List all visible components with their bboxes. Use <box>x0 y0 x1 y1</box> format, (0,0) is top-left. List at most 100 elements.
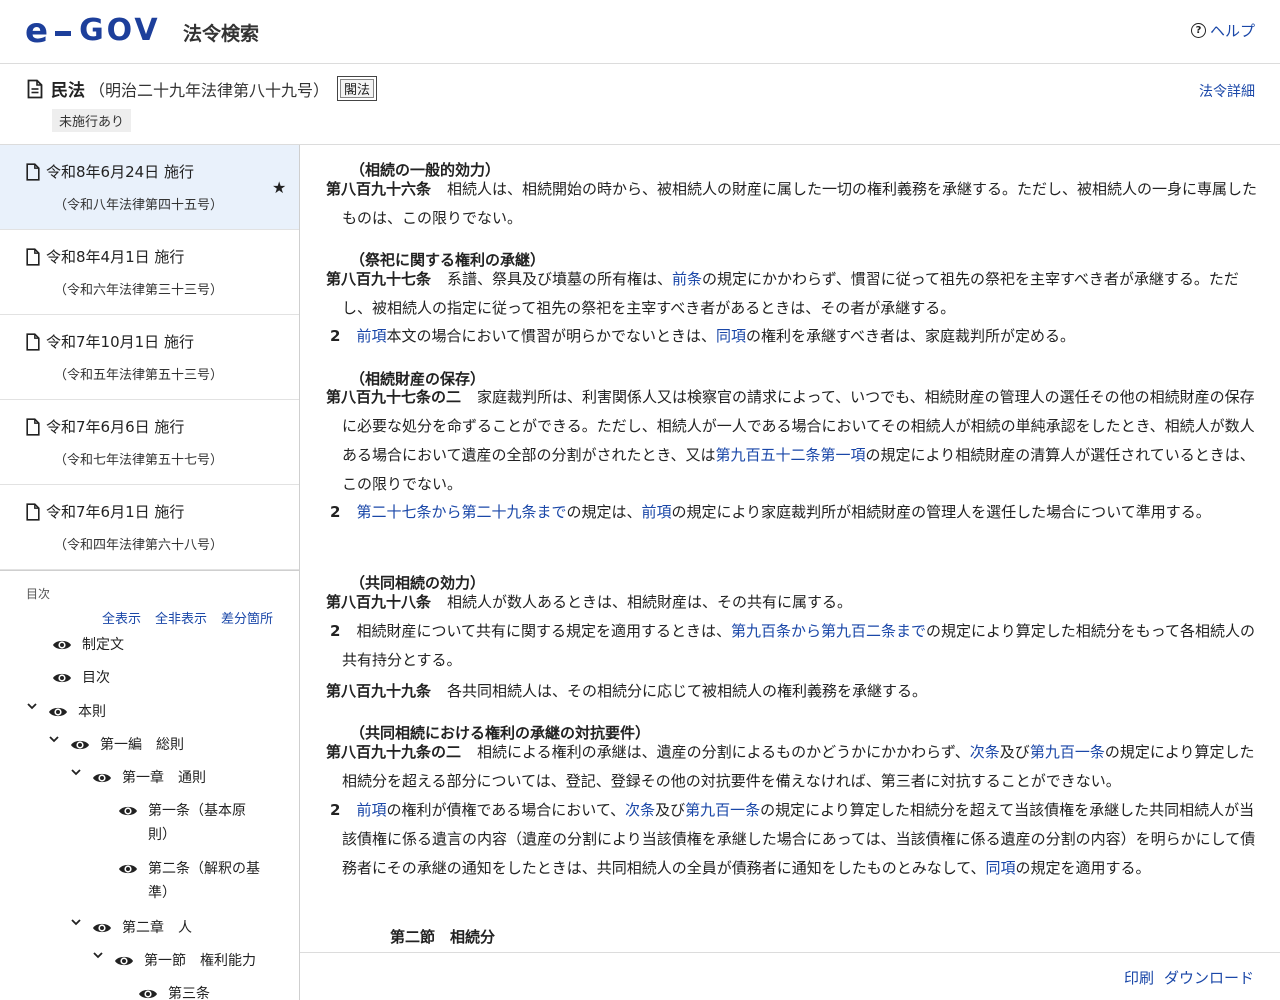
paragraph-898-2: 2 相続財産について共有に関する規定を適用するときは、第九百条から第九百二条までの… <box>330 622 1255 669</box>
toc-item[interactable]: 第三条 <box>138 982 210 1000</box>
law-detail-link[interactable]: 法令詳細 <box>1199 81 1255 101</box>
article-897-2: 第八百九十七条の二 家庭裁判所は、利害関係人又は検察官の請求によって、いつでも、相… <box>326 388 1255 493</box>
toc-item[interactable]: 制定文 <box>52 633 124 657</box>
chevron-down-icon[interactable] <box>70 766 84 781</box>
paragraph-number: 2 <box>330 327 341 345</box>
document-icon <box>26 248 40 270</box>
ref-link[interactable]: 第九百一条 <box>1030 743 1105 761</box>
toc-item[interactable]: 第一編 総則 <box>48 733 184 757</box>
version-item[interactable]: 令和8年4月1日 施行 （令和六年法律第三十三号） <box>0 230 299 315</box>
article-number: 第八百九十六条 <box>326 180 432 198</box>
section-title: 第二節 相続分 <box>390 928 496 946</box>
toc-diff-link[interactable]: 差分箇所 <box>221 608 273 627</box>
article-number: 第八百九十九条 <box>326 682 432 700</box>
article-number: 第八百九十七条 <box>326 270 432 288</box>
article-896: 第八百九十六条 相続人は、相続開始の時から、被相続人の財産に属した一切の権利義務を… <box>326 175 1261 233</box>
egov-logo[interactable]: e GOV <box>25 11 161 51</box>
help-link[interactable]: ? ヘルプ <box>1190 20 1255 41</box>
document-icon <box>26 418 40 440</box>
eye-icon[interactable] <box>92 921 112 939</box>
version-date: 令和7年6月6日 施行 <box>46 418 185 436</box>
unenforced-tag: 未施行あり <box>52 109 132 132</box>
toc-item-label: 第二章 人 <box>122 920 192 936</box>
chevron-down-icon[interactable] <box>70 916 84 931</box>
help-label: ヘルプ <box>1209 22 1255 40</box>
toc-item[interactable]: 第二条（解釈の基 準） <box>118 857 260 905</box>
eye-icon[interactable] <box>92 771 112 789</box>
ref-link[interactable]: 第九百一条 <box>685 801 760 819</box>
paragraph-899-2-2: 2 前項の権利が債権である場合において、次条及び第九百一条の規定により算定した相続… <box>330 801 1256 877</box>
ref-link[interactable]: 前項 <box>356 327 386 345</box>
chevron-down-icon[interactable] <box>48 733 62 748</box>
article-898: 第八百九十八条 相続人が数人あるときは、相続財産は、その共有に属する。 <box>326 593 853 611</box>
toc-item[interactable]: 第二章 人 <box>70 916 192 940</box>
law-title: 民法 （明治二十九年法律第八十九号） 閣法 <box>27 76 378 101</box>
eye-icon[interactable] <box>138 987 158 1000</box>
version-date: 令和8年4月1日 施行 <box>46 248 185 266</box>
print-link[interactable]: 印刷 <box>1124 967 1154 988</box>
toc-item-label: 第一編 総則 <box>100 737 184 753</box>
ref-link[interactable]: 前項 <box>356 801 386 819</box>
version-law-number: （令和七年法律第五十七号） <box>54 453 224 468</box>
law-name: 民法 <box>51 81 85 101</box>
toc-panel: 目次 全表示 全非表示 差分箇所 制定文 目次 本則 第一編 総則 第一章 通則 第一条（… <box>0 570 299 1000</box>
version-item[interactable]: 令和7年6月6日 施行 （令和七年法律第五十七号） <box>0 400 299 485</box>
paragraph-number: 2 <box>330 622 341 640</box>
version-item[interactable]: 令和7年6月1日 施行 （令和四年法律第六十八号） <box>0 485 299 570</box>
ref-link[interactable]: 同項 <box>986 859 1016 877</box>
toc-show-all-link[interactable]: 全表示 <box>102 608 141 627</box>
eye-icon[interactable] <box>70 738 90 756</box>
law-title-bar: 民法 （明治二十九年法律第八十九号） 閣法 未施行あり 法令詳細 <box>0 64 1280 145</box>
download-link[interactable]: ダウンロード <box>1164 967 1254 988</box>
eye-icon[interactable] <box>114 954 134 972</box>
eye-icon[interactable] <box>52 671 72 689</box>
ref-link[interactable]: 次条 <box>625 801 655 819</box>
version-law-number: （令和八年法律第四十五号） <box>54 198 224 213</box>
toc-hide-all-link[interactable]: 全非表示 <box>155 608 207 627</box>
paragraph-number: 2 <box>330 801 341 819</box>
toc-item[interactable]: 第一節 権利能力 <box>92 949 256 973</box>
toc-item-label: 第二条（解釈の基 準） <box>148 861 260 901</box>
logo-e: e <box>25 11 49 51</box>
ref-link[interactable]: 前条 <box>672 270 702 288</box>
chevron-down-icon[interactable] <box>92 949 106 964</box>
article-number: 第八百九十七条の二 <box>326 388 462 406</box>
article-899: 第八百九十九条 各共同相続人は、その相続分に応じて被相続人の権利義務を承継する。 <box>326 682 928 700</box>
chevron-down-icon[interactable] <box>26 700 40 715</box>
toc-item[interactable]: 第一章 通則 <box>70 766 206 790</box>
version-item[interactable]: 令和8年6月24日 施行 （令和八年法律第四十五号） ★ <box>0 145 299 230</box>
version-date: 令和7年10月1日 施行 <box>46 333 194 351</box>
ref-link[interactable]: 第九百条から第九百二条まで <box>731 622 926 640</box>
document-icon <box>26 333 40 355</box>
toc-item-label: 第一章 通則 <box>122 770 206 786</box>
toc-item-label: 目次 <box>82 670 110 686</box>
document-icon <box>27 79 43 98</box>
version-list: 令和8年6月24日 施行 （令和八年法律第四十五号） ★ 令和8年4月1日 施行 （令和… <box>0 145 299 570</box>
toc-item-label: 第一節 権利能力 <box>144 953 256 969</box>
site-subtitle: 法令検索 <box>183 23 260 45</box>
footer-bar: 印刷 ダウンロード <box>300 952 1280 1000</box>
star-icon[interactable]: ★ <box>272 178 286 197</box>
toc-item[interactable]: 第一条（基本原 則） <box>118 799 246 847</box>
ref-link[interactable]: 前項 <box>641 503 671 521</box>
toc-item[interactable]: 目次 <box>52 666 110 690</box>
document-icon <box>26 503 40 525</box>
sidebar: 令和8年6月24日 施行 （令和八年法律第四十五号） ★ 令和8年4月1日 施行 （令和… <box>0 145 300 1000</box>
version-law-number: （令和五年法律第五十三号） <box>54 368 224 383</box>
document-icon <box>26 163 40 185</box>
toc-item[interactable]: 本則 <box>26 700 106 724</box>
logo-gov: GOV <box>79 13 161 48</box>
eye-icon[interactable] <box>118 804 138 822</box>
ref-link[interactable]: 次条 <box>970 743 1000 761</box>
article-897: 第八百九十七条 系譜、祭具及び墳墓の所有権は、前条の規定にかかわらず、慣習に従って… <box>326 270 1239 317</box>
eye-icon[interactable] <box>52 638 72 656</box>
ref-link[interactable]: 第二十七条から第二十九条まで <box>356 503 566 521</box>
toc-heading: 目次 <box>26 587 51 601</box>
eye-icon[interactable] <box>48 705 68 723</box>
article-899-2: 第八百九十九条の二 相続による権利の承継は、遺産の分割によるものかどうかにかかわら… <box>326 743 1255 790</box>
ref-link[interactable]: 同項 <box>716 327 746 345</box>
toc-item-label: 第一条（基本原 則） <box>148 803 246 843</box>
version-item[interactable]: 令和7年10月1日 施行 （令和五年法律第五十三号） <box>0 315 299 400</box>
eye-icon[interactable] <box>118 862 138 880</box>
ref-link[interactable]: 第九百五十二条第一項 <box>716 446 866 464</box>
